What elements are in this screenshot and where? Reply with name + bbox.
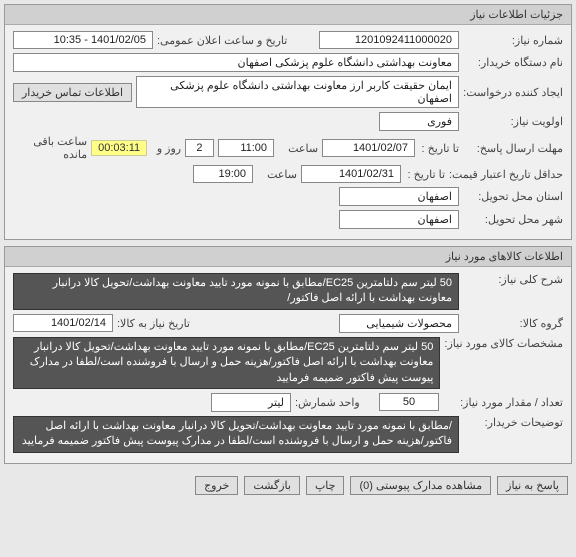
time-label-2: ساعت	[257, 168, 297, 181]
row-city: شهر محل تحویل: اصفهان	[13, 210, 563, 229]
notes-label: توضیحات خریدار:	[463, 416, 563, 429]
requester-value: ایمان حقیقت کاربر ارز معاونت بهداشتی دان…	[136, 76, 459, 108]
row-priority: اولویت نیاز: فوری	[13, 112, 563, 131]
priority-value: فوری	[379, 112, 459, 131]
details-header: جزئیات اطلاعات نیاز	[5, 5, 571, 25]
print-button[interactable]: چاپ	[306, 476, 345, 495]
announce-value: 1401/02/05 - 10:35	[13, 31, 153, 49]
goods-body: شرح کلی نیاز: 50 لیتر سم دلتامترین EC25/…	[5, 267, 571, 463]
row-group: گروه کالا: محصولات شیمیایی تاریخ نیاز به…	[13, 314, 563, 333]
row-qty: تعداد / مقدار مورد نیاز: 50 واحد شمارش: …	[13, 393, 563, 412]
remain-label: ساعت باقی مانده	[13, 135, 87, 161]
price-time: 19:00	[193, 165, 253, 183]
unit-value: لیتر	[211, 393, 291, 412]
qty-value: 50	[379, 393, 439, 411]
city-label: شهر محل تحویل:	[463, 213, 563, 226]
back-button[interactable]: بازگشت	[244, 476, 300, 495]
details-body: شماره نیاز: 1201092411000020 تاریخ و ساع…	[5, 25, 571, 239]
attachments-button[interactable]: مشاهده مدارک پیوستی (0)	[350, 476, 491, 495]
contact-buyer-button[interactable]: اطلاعات تماس خریدار	[13, 83, 132, 102]
buyer-org-label: نام دستگاه خریدار:	[463, 56, 563, 69]
row-desc: شرح کلی نیاز: 50 لیتر سم دلتامترین EC25/…	[13, 273, 563, 310]
row-requester: ایجاد کننده درخواست: ایمان حقیقت کاربر ا…	[13, 76, 563, 108]
row-province: استان محل تحویل: اصفهان	[13, 187, 563, 206]
spec-label: مشخصات کالای مورد نیاز:	[444, 337, 563, 350]
need-date-label: تاریخ نیاز به کالا:	[117, 317, 335, 330]
priority-label: اولویت نیاز:	[463, 115, 563, 128]
to-date-label: تا تاریخ :	[419, 142, 459, 155]
row-deadline: مهلت ارسال پاسخ: تا تاریخ : 1401/02/07 س…	[13, 135, 563, 161]
notes-value: /مطابق با نمونه مورد تایید معاونت بهداشت…	[13, 416, 459, 453]
desc-label: شرح کلی نیاز:	[463, 273, 563, 286]
unit-label: واحد شمارش:	[295, 396, 375, 409]
days-remain: 2	[185, 139, 214, 157]
announce-label: تاریخ و ساعت اعلان عمومی:	[157, 34, 315, 47]
deadline-label: مهلت ارسال پاسخ:	[463, 142, 563, 155]
spec-value: 50 لیتر سم دلتامترین EC25/مطابق با نمونه…	[13, 337, 440, 389]
buyer-org-value: معاونت بهداشتی دانشگاه علوم پزشکی اصفهان	[13, 53, 459, 72]
deadline-time: 11:00	[218, 139, 274, 157]
group-value: محصولات شیمیایی	[339, 314, 459, 333]
price-date: 1401/02/31	[301, 165, 401, 183]
time-label-1: ساعت	[278, 142, 318, 155]
exit-button[interactable]: خروج	[195, 476, 238, 495]
respond-button[interactable]: پاسخ به نیاز	[497, 476, 568, 495]
row-price-validity: حداقل تاریخ اعتبار قیمت: تا تاریخ : 1401…	[13, 165, 563, 183]
goods-section: اطلاعات کالاهای مورد نیاز شرح کلی نیاز: …	[4, 246, 572, 464]
details-section: جزئیات اطلاعات نیاز شماره نیاز: 12010924…	[4, 4, 572, 240]
row-notes: توضیحات خریدار: /مطابق با نمونه مورد تای…	[13, 416, 563, 453]
desc-value: 50 لیتر سم دلتامترین EC25/مطابق با نمونه…	[13, 273, 459, 310]
requester-label: ایجاد کننده درخواست:	[463, 86, 563, 99]
row-spec: مشخصات کالای مورد نیاز: 50 لیتر سم دلتام…	[13, 337, 563, 389]
need-number-value: 1201092411000020	[319, 31, 459, 49]
need-date-value: 1401/02/14	[13, 314, 113, 332]
hours-remain: 00:03:11	[91, 140, 147, 156]
row-buyer-org: نام دستگاه خریدار: معاونت بهداشتی دانشگا…	[13, 53, 563, 72]
price-valid-label: حداقل تاریخ اعتبار قیمت:	[449, 168, 563, 181]
group-label: گروه کالا:	[463, 317, 563, 330]
footer-buttons: پاسخ به نیاز مشاهده مدارک پیوستی (0) چاپ…	[4, 470, 572, 501]
qty-label: تعداد / مقدار مورد نیاز:	[443, 396, 563, 409]
province-value: اصفهان	[339, 187, 459, 206]
row-need-number: شماره نیاز: 1201092411000020 تاریخ و ساع…	[13, 31, 563, 49]
to-date-label-2: تا تاریخ :	[405, 168, 445, 181]
days-label: روز و	[151, 142, 181, 155]
need-number-label: شماره نیاز:	[463, 34, 563, 47]
province-label: استان محل تحویل:	[463, 190, 563, 203]
deadline-date: 1401/02/07	[322, 139, 415, 157]
goods-header: اطلاعات کالاهای مورد نیاز	[5, 247, 571, 267]
city-value: اصفهان	[339, 210, 459, 229]
